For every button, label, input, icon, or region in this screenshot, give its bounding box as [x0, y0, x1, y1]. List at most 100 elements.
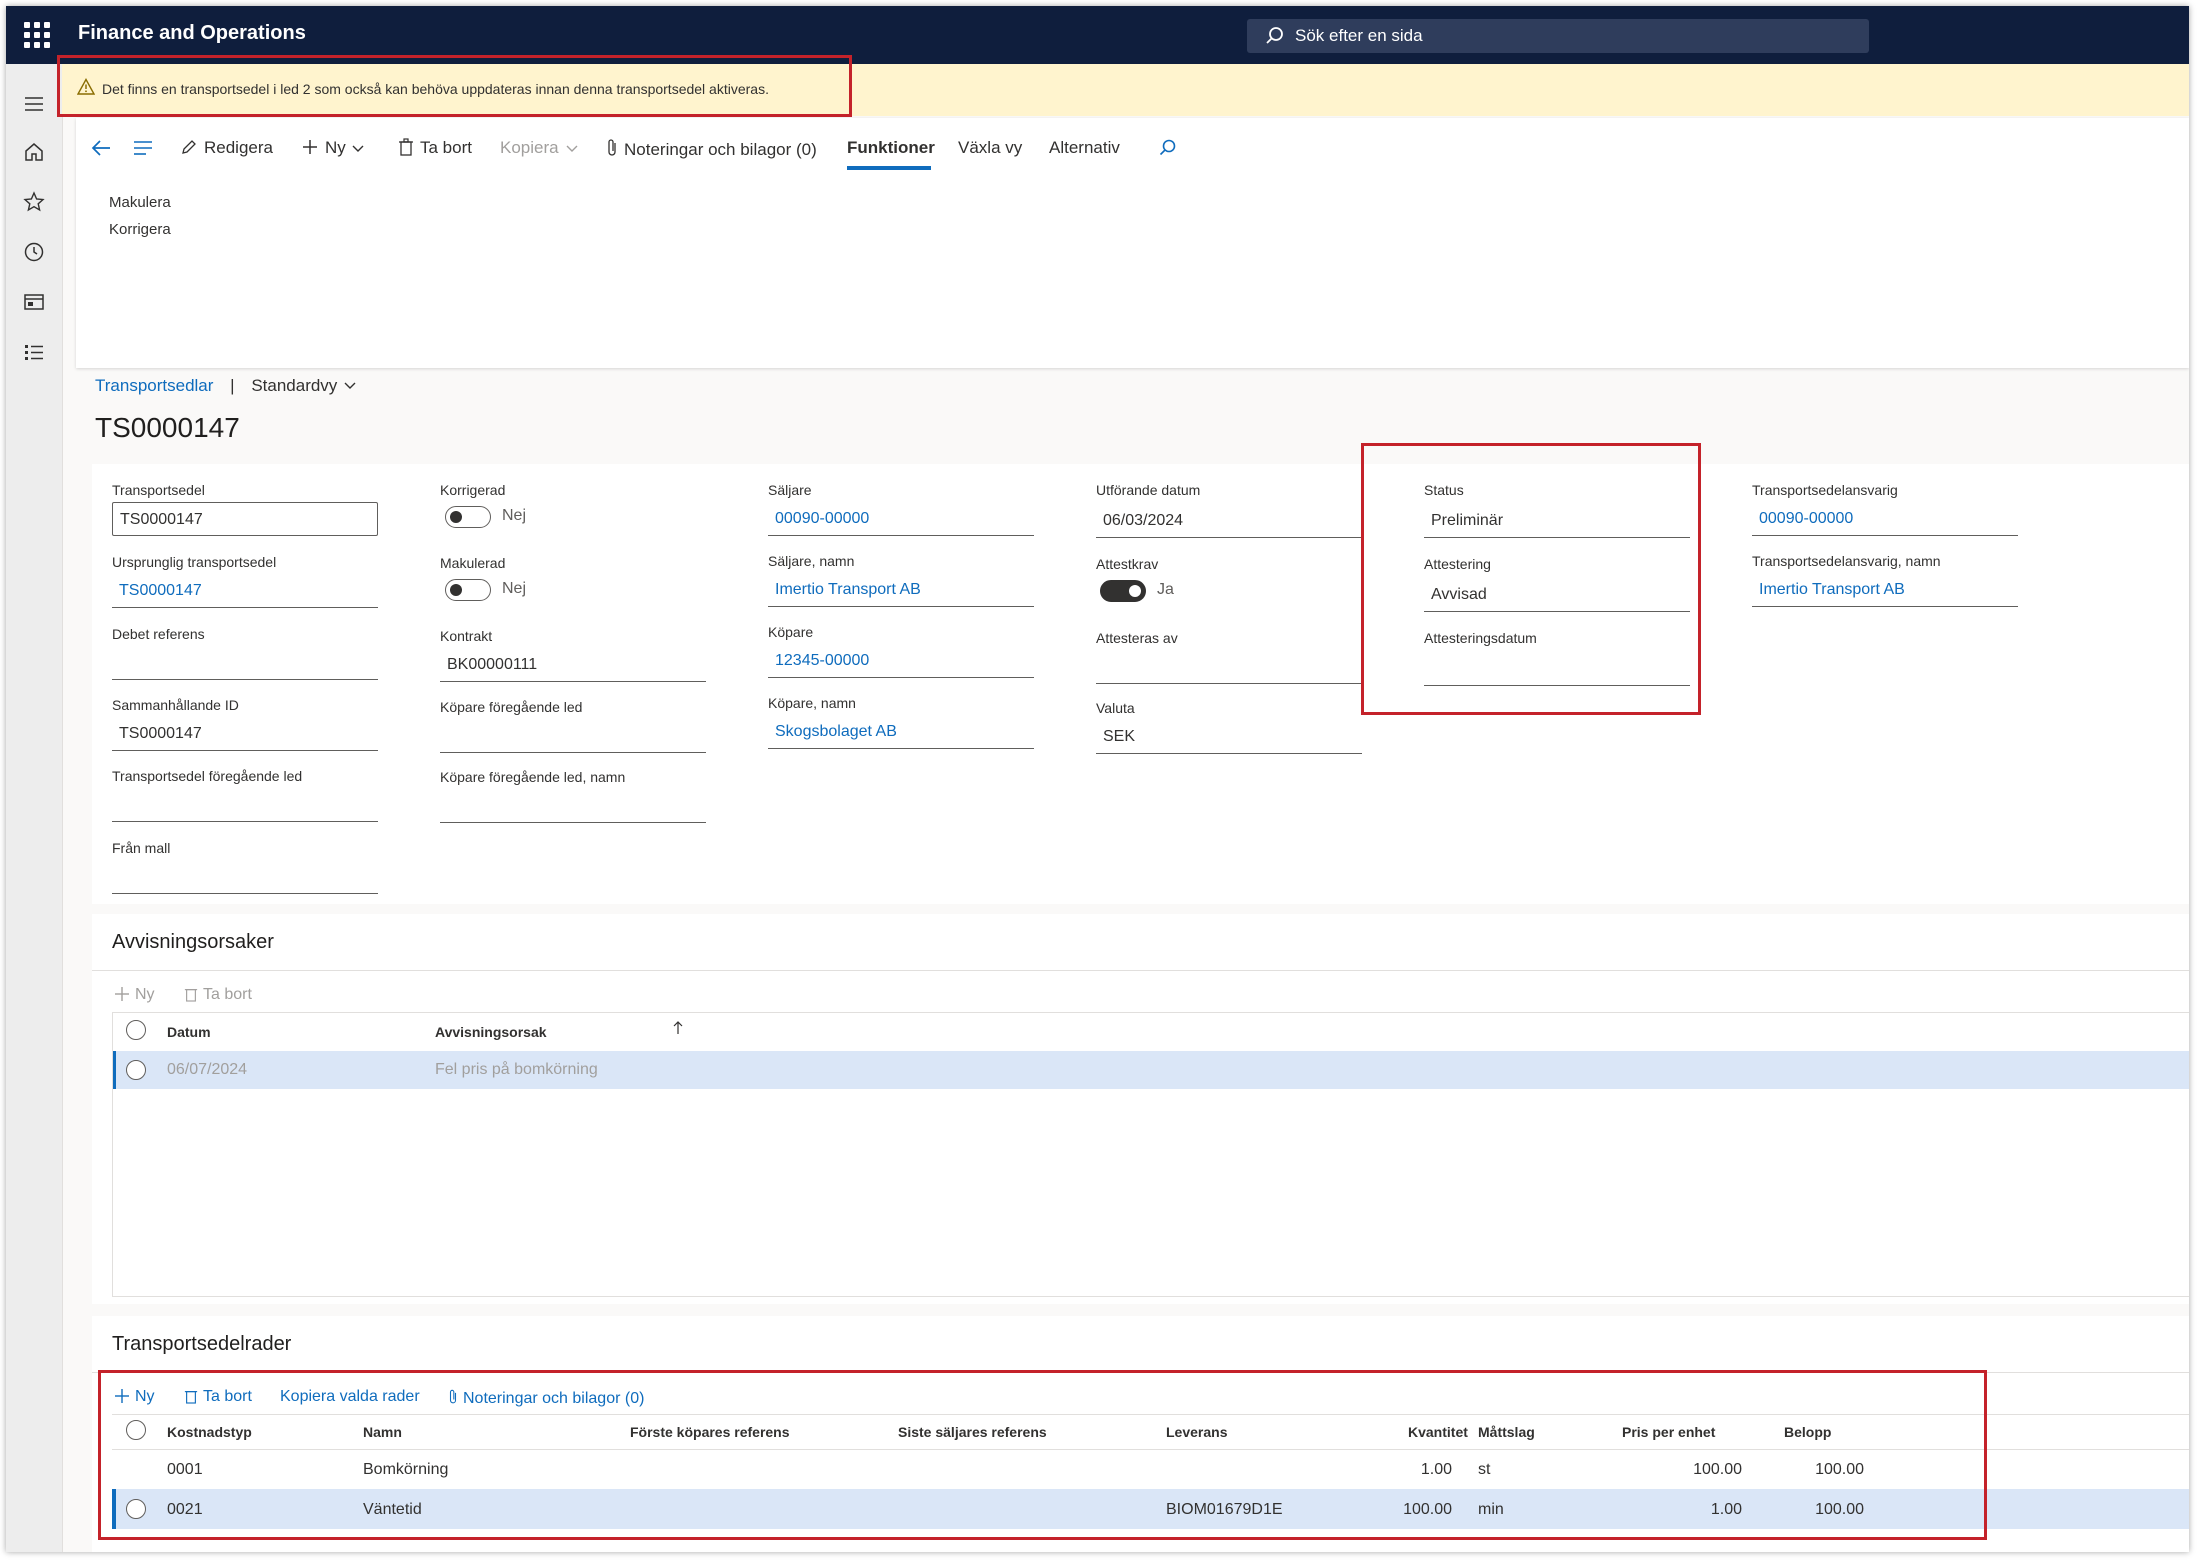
menu-item-makulera[interactable]: Makulera [109, 194, 171, 211]
search-box[interactable]: Sök efter en sida [1247, 19, 1869, 53]
hamburger-icon[interactable] [22, 92, 46, 116]
modules-list-icon[interactable] [22, 340, 46, 364]
transportsedelansvarig-field[interactable]: 00090-00000 [1752, 502, 2018, 536]
chevron-down-icon [344, 382, 356, 389]
rejection-delete-label: Ta bort [203, 986, 252, 1003]
chevron-down-icon [352, 145, 364, 152]
menu-lines-icon[interactable] [132, 138, 154, 158]
trash-icon [399, 138, 413, 156]
breadcrumb-link[interactable]: Transportsedlar [95, 376, 213, 395]
transportsedelansvarig-namn-label: Transportsedelansvarig, namn [1752, 553, 1941, 569]
ursprunglig-field[interactable]: TS0000147 [112, 574, 378, 608]
saljare-namn-field[interactable]: Imertio Transport AB [768, 573, 1034, 607]
clock-icon[interactable] [22, 240, 46, 264]
transportsedel-field[interactable]: TS0000147 [112, 502, 378, 536]
kopare-foregaende-led-field[interactable] [440, 719, 706, 753]
tab-options[interactable]: Alternativ [1049, 138, 1120, 158]
rejection-datum: 06/07/2024 [167, 1061, 248, 1078]
transportsedel-label: Transportsedel [112, 482, 205, 498]
grid-bottom-line [112, 1296, 2189, 1297]
workspace-icon[interactable] [22, 290, 46, 314]
view-selector[interactable]: Standardvy [251, 376, 357, 395]
action-toolbar: Redigera Ny Ta bort Kopiera Noteringar o… [76, 118, 2189, 170]
page-title: TS0000147 [95, 412, 240, 443]
chevron-down-icon [566, 145, 578, 152]
kopare-label: Köpare [768, 624, 814, 640]
valuta-field[interactable]: SEK [1096, 720, 1362, 754]
transportsedelansvarig-label: Transportsedelansvarig [1752, 482, 1898, 498]
col-header-avvisningsorsak[interactable]: Avvisningsorsak [435, 1024, 547, 1040]
foregaende-led-field[interactable] [112, 788, 378, 822]
star-icon[interactable] [22, 190, 46, 214]
highlight-warning-box [57, 55, 852, 117]
kopare-field[interactable]: 12345-00000 [768, 644, 1034, 678]
app-window: Finance and Operations Sök efter en sida… [6, 6, 2189, 1552]
kopare-foregaende-led-namn-label: Köpare föregående led, namn [440, 769, 626, 785]
tab-switch-view[interactable]: Växla vy [958, 138, 1022, 158]
grid-top-line [112, 1012, 2189, 1013]
new-button[interactable]: Ny [301, 138, 365, 158]
sammanhallande-id-field[interactable]: TS0000147 [112, 717, 378, 751]
delete-button[interactable]: Ta bort [398, 138, 472, 158]
highlight-status-box [1361, 443, 1701, 715]
rejection-delete-button[interactable]: Ta bort [184, 986, 252, 1004]
copy-button[interactable]: Kopiera [500, 138, 579, 158]
rejection-new-button[interactable]: Ny [114, 986, 155, 1004]
rejection-reasons-title: Avvisningsorsaker [112, 931, 274, 953]
attestkrav-toggle[interactable] [1100, 580, 1146, 602]
section-divider [92, 970, 2189, 971]
app-launcher-icon[interactable] [24, 22, 50, 48]
transportsedelansvarig-namn-field[interactable]: Imertio Transport AB [1752, 573, 2018, 607]
tab-functions[interactable]: Funktioner [847, 138, 935, 158]
rejection-row-selected[interactable] [112, 1051, 2189, 1089]
korrigerad-label: Korrigerad [440, 482, 506, 498]
korrigerad-toggle[interactable] [445, 506, 491, 528]
highlight-lines-box [98, 1370, 1987, 1540]
notes-attachments-button[interactable]: Noteringar och bilagor (0) [606, 138, 817, 160]
back-arrow-icon[interactable] [90, 138, 112, 158]
attestkrav-label: Attestkrav [1096, 556, 1159, 572]
fran-mall-label: Från mall [112, 840, 171, 856]
search-placeholder: Sök efter en sida [1295, 26, 1423, 45]
korrigerad-value: Nej [502, 507, 527, 524]
breadcrumb: Transportsedlar | Standardvy [95, 376, 357, 396]
saljare-field[interactable]: 00090-00000 [768, 502, 1034, 536]
debet-referens-label: Debet referens [112, 626, 205, 642]
search-icon[interactable] [1158, 138, 1178, 158]
rejection-reasons-section: Avvisningsorsaker Ny Ta bort Datum Avvis… [92, 914, 2189, 1304]
rejection-orsak: Fel pris på bomkörning [435, 1061, 598, 1078]
select-all-radio[interactable] [126, 1020, 146, 1040]
grid-left-border [112, 1012, 113, 1296]
foregaende-led-label: Transportsedel föregående led [112, 768, 303, 784]
makulerad-toggle[interactable] [445, 579, 491, 601]
saljare-namn-label: Säljare, namn [768, 553, 855, 569]
breadcrumb-separator: | [230, 376, 235, 395]
edit-button[interactable]: Redigera [180, 138, 273, 158]
kopare-namn-label: Köpare, namn [768, 695, 856, 711]
home-icon[interactable] [22, 140, 46, 164]
header-fields: Transportsedel TS0000147 Ursprunglig tra… [92, 464, 2189, 904]
delete-label: Ta bort [420, 138, 472, 157]
debet-referens-field[interactable] [112, 646, 378, 680]
attesteras-av-field[interactable] [1096, 650, 1362, 684]
kontrakt-label: Kontrakt [440, 628, 493, 644]
utforande-datum-field[interactable]: 06/03/2024 [1096, 504, 1362, 538]
col-header-datum[interactable]: Datum [167, 1024, 211, 1040]
kontrakt-field[interactable]: BK00000111 [440, 648, 706, 682]
active-tab-indicator [847, 166, 931, 170]
menu-item-korrigera[interactable]: Korrigera [109, 221, 171, 238]
app-title: Finance and Operations [78, 22, 306, 44]
left-navigation [6, 64, 63, 1552]
new-label: Ny [325, 138, 346, 157]
sort-arrow-icon [673, 1021, 683, 1034]
pencil-icon [182, 140, 196, 154]
fran-mall-field[interactable] [112, 860, 378, 894]
plus-icon [115, 987, 129, 1001]
valuta-label: Valuta [1096, 700, 1135, 716]
attestkrav-value: Ja [1157, 581, 1174, 598]
paperclip-icon [608, 139, 616, 156]
kopare-namn-field[interactable]: Skogsbolaget AB [768, 715, 1034, 749]
notes-label: Noteringar och bilagor (0) [624, 140, 817, 159]
kopare-foregaende-led-namn-field[interactable] [440, 789, 706, 823]
row-radio[interactable] [126, 1060, 146, 1080]
